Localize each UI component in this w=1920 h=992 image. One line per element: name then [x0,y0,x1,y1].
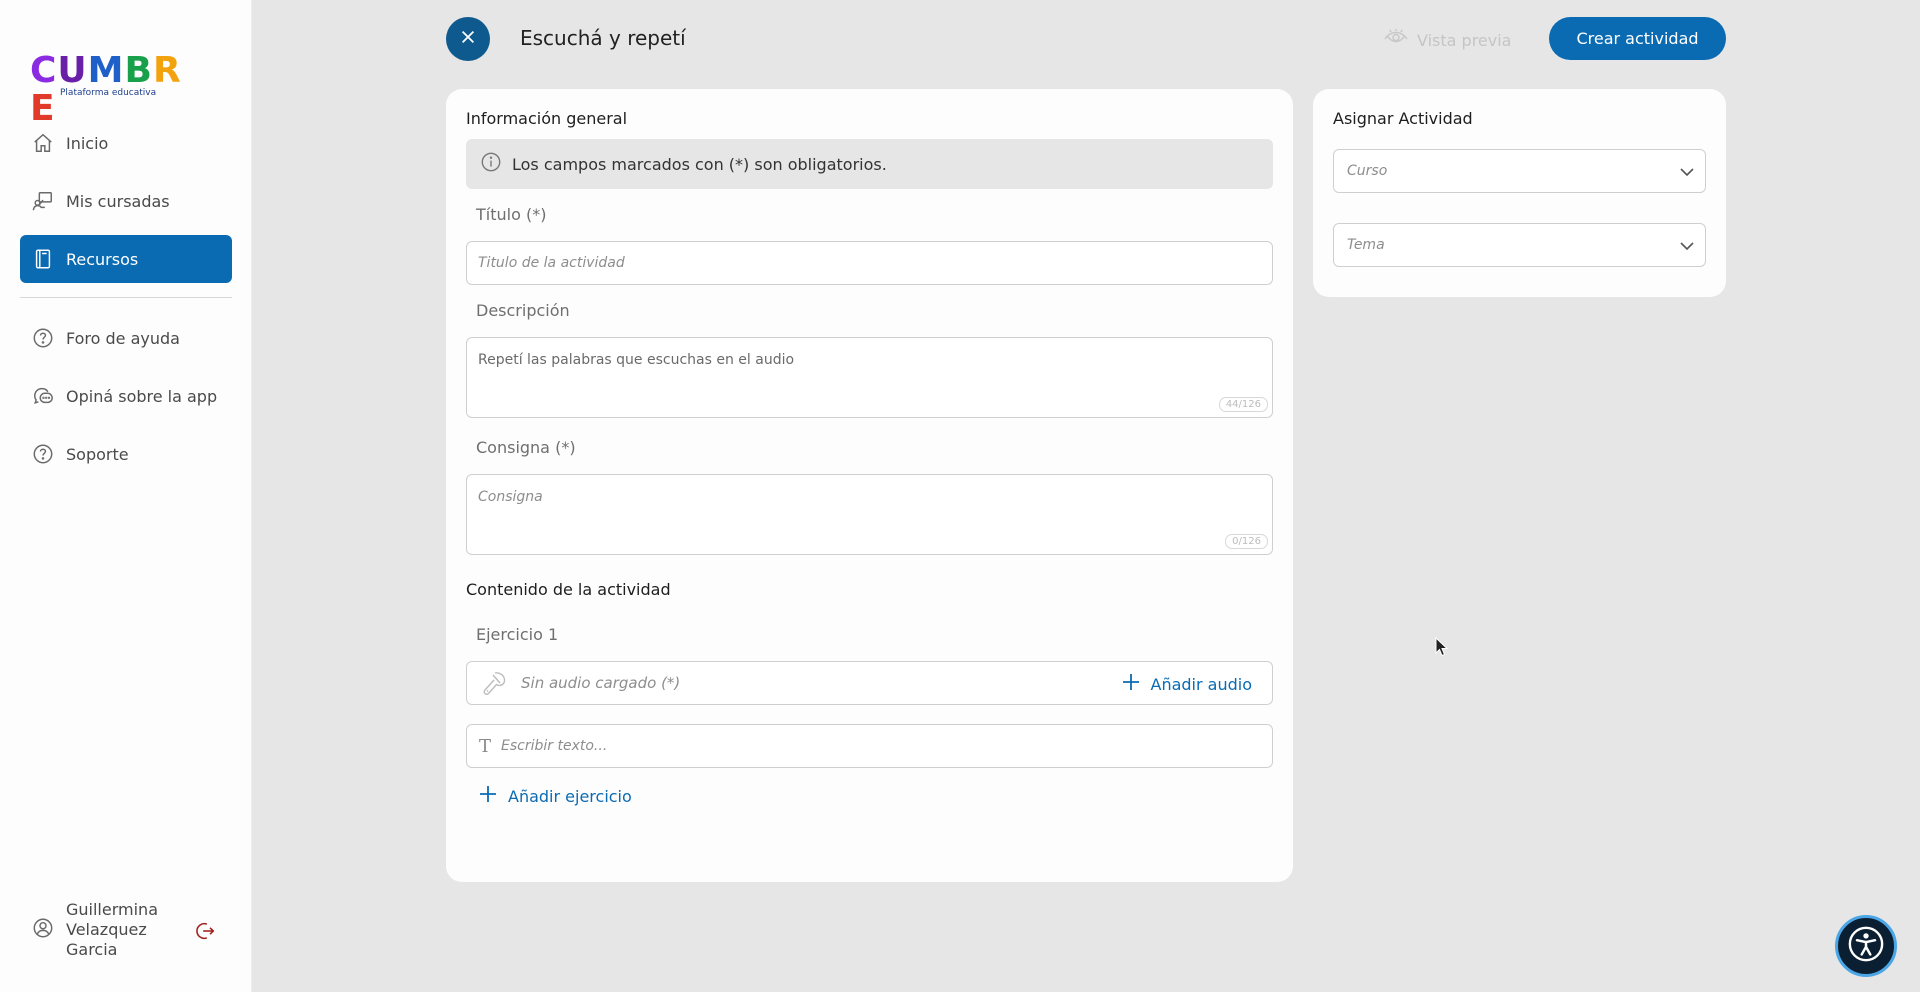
logo-letter: U [57,50,88,91]
add-exercise-button[interactable]: Añadir ejercicio [478,784,632,808]
assign-activity-card: Asignar Actividad Curso Tema [1313,89,1726,297]
text-placeholder: Escribir texto... [501,738,608,754]
logo-letter: R [152,50,182,91]
sidebar-item-label: Inicio [66,133,109,153]
required-fields-notice: Los campos marcados con (*) son obligato… [466,139,1273,189]
instruction-char-counter: 0/126 [1225,534,1268,549]
sidebar-item-label: Foro de ayuda [66,328,180,348]
user-circle-icon [32,917,54,943]
user-name: Guillermina Velazquez Garcia [66,900,158,959]
microphone-icon [479,668,509,698]
sidebar-item-soporte[interactable]: Soporte [20,430,232,478]
chat-bubbles-icon [32,385,54,407]
sidebar-item-recursos[interactable]: Recursos [20,235,232,283]
accessibility-button[interactable] [1835,915,1897,977]
close-icon [459,28,477,50]
help-circle-icon [32,327,54,349]
eye-icon [1383,28,1417,52]
add-exercise-label: Añadir ejercicio [508,786,632,806]
description-value: Repetí las palabras que escuchas en el a… [478,352,795,368]
notice-text: Los campos marcados con (*) son obligato… [512,154,887,174]
user-profile[interactable]: Guillermina Velazquez Garcia [32,900,176,960]
help-circle-icon [32,443,54,465]
teacher-board-icon [32,190,54,212]
plus-icon [1121,672,1151,696]
title-input[interactable] [466,241,1273,285]
course-select[interactable]: Curso [1333,149,1706,193]
sidebar-item-inicio[interactable]: Inicio [20,119,232,167]
sidebar-item-foro-de-ayuda[interactable]: Foro de ayuda [20,314,232,362]
accessibility-icon [1847,925,1885,967]
exercise-text-input[interactable]: T Escribir texto... [466,724,1273,768]
topic-select[interactable]: Tema [1333,223,1706,267]
sidebar-item-label: Opiná sobre la app [66,386,218,406]
activity-form-card: Información general Los campos marcados … [446,89,1293,882]
sidebar-item-mis-cursadas[interactable]: Mis cursadas [20,177,232,225]
general-info-heading: Información general [466,109,628,128]
instruction-label: Consigna (*) [476,438,576,457]
mouse-cursor-icon [1435,636,1449,657]
text-type-icon: T [479,735,492,757]
plus-icon [478,784,508,808]
topic-placeholder: Tema [1347,237,1385,253]
exercise-label: Ejercicio 1 [476,625,559,644]
create-activity-button[interactable]: Crear actividad [1549,17,1726,60]
home-icon [32,132,54,154]
page-title: Escuchá y repetí [520,26,686,50]
course-placeholder: Curso [1347,163,1388,179]
audio-status: Sin audio cargado (*) [521,674,681,692]
sidebar-item-opina[interactable]: Opiná sobre la app [20,372,232,420]
description-char-counter: 44/126 [1218,397,1268,412]
description-textarea[interactable]: Repetí las palabras que escuchas en el a… [466,337,1273,418]
sidebar-item-label: Soporte [66,444,129,464]
info-icon [480,151,512,177]
logo-tagline: Plataforma educativa [60,88,157,98]
instruction-textarea[interactable]: Consigna 0/126 [466,474,1273,555]
activity-content-heading: Contenido de la actividad [466,580,671,599]
logout-icon [194,922,216,946]
logo-letter: B [124,50,153,91]
instruction-placeholder: Consigna [478,489,543,505]
add-audio-button[interactable]: Añadir audio [1121,672,1253,696]
audio-upload-field: Sin audio cargado (*) Añadir audio [466,661,1273,705]
add-audio-label: Añadir audio [1150,674,1253,694]
logout-button[interactable] [194,920,216,946]
assign-heading: Asignar Actividad [1333,109,1473,128]
sidebar-item-label: Mis cursadas [66,191,170,211]
sidebar-item-label: Recursos [66,249,139,269]
logo-letter: M [87,50,125,91]
title-label: Título (*) [476,205,547,224]
preview-label: Vista previa [1417,30,1512,50]
preview-button[interactable]: Vista previa [1383,28,1511,52]
sidebar-divider [20,297,232,298]
close-button[interactable] [446,17,490,61]
logo-letter: C [30,50,58,91]
book-icon [32,248,54,270]
description-label: Descripción [476,301,570,320]
cumbre-logo[interactable]: CUMBRE Plataforma educativa [30,50,190,128]
sidebar: CUMBRE Plataforma educativa Inicio Mis c… [0,0,252,992]
